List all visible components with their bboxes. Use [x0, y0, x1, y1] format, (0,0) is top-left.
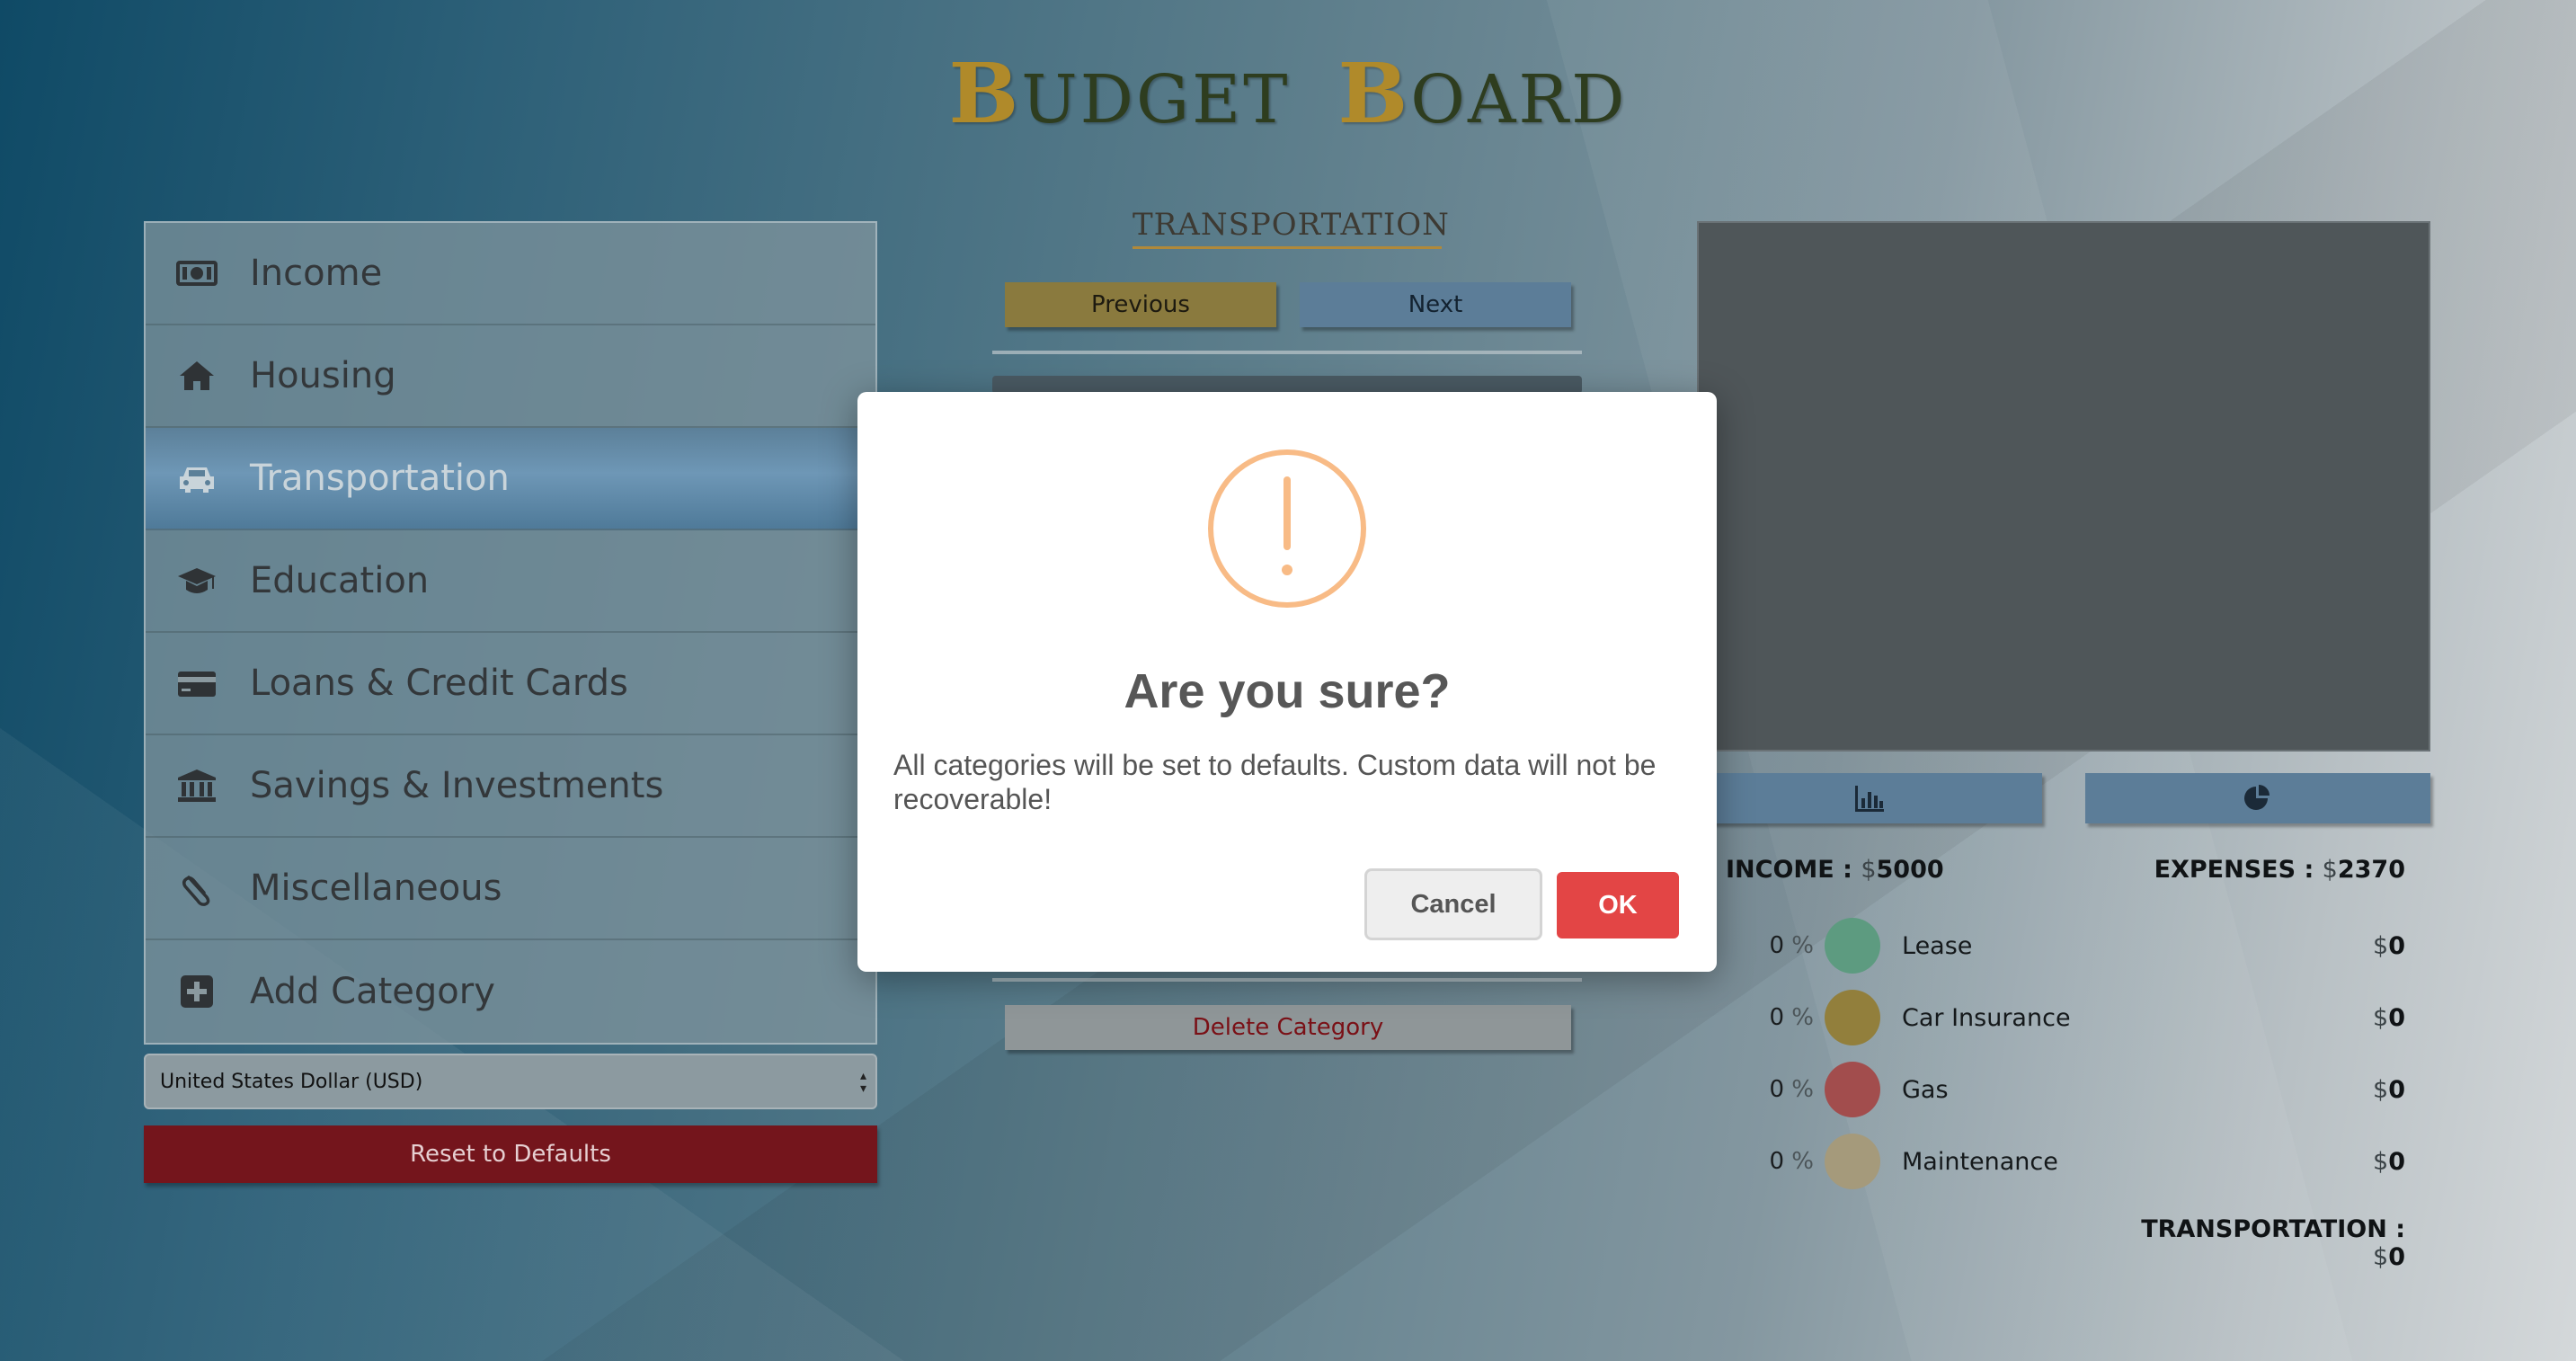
home-icon: [173, 358, 221, 394]
bank-icon: [173, 768, 221, 804]
sidebar-item-education[interactable]: Education: [146, 530, 875, 633]
sidebar-item-label: Add Category: [250, 971, 495, 1012]
graduation-cap-icon: [173, 563, 221, 599]
confirm-dialog: Are you sure? All categories will be set…: [857, 392, 1717, 972]
expenses-label: EXPENSES :: [2154, 856, 2314, 884]
color-swatch: [1825, 990, 1880, 1045]
row-name: Car Insurance: [1902, 1003, 2071, 1032]
warning-exclamation-icon: [1208, 449, 1366, 608]
currency-symbol: $: [1861, 856, 1877, 884]
sidebar-item-add-category[interactable]: Add Category: [146, 940, 875, 1043]
summary-row-car-insurance: 0 % Car Insurance $0: [1753, 989, 2405, 1046]
row-name: Gas: [1902, 1075, 1949, 1104]
currency-select-value: United States Dollar (USD): [160, 1070, 423, 1093]
sidebar-item-loans[interactable]: Loans & Credit Cards: [146, 633, 875, 735]
car-icon: [173, 460, 221, 496]
sidebar-item-income[interactable]: Income: [146, 223, 875, 325]
currency-symbol: $: [2322, 856, 2338, 884]
sidebar-item-label: Education: [250, 560, 430, 601]
dialog-title: Are you sure?: [1124, 664, 1451, 718]
cancel-button[interactable]: Cancel: [1364, 868, 1542, 940]
delete-category-button[interactable]: Delete Category: [1005, 1005, 1571, 1050]
row-name: Lease: [1902, 931, 1973, 960]
row-amount: $0: [2373, 931, 2405, 960]
expenses-total: EXPENSES : $2370: [2136, 856, 2405, 884]
row-percent: 0 %: [1769, 1148, 1814, 1175]
sidebar-item-label: Miscellaneous: [250, 867, 502, 909]
chart-area: [1697, 221, 2430, 752]
divider-top: [992, 351, 1582, 354]
currency-symbol: $: [2373, 1243, 2389, 1271]
section-title: TRANSPORTATION: [1133, 207, 1449, 249]
income-value: 5000: [1876, 856, 1944, 884]
divider-bottom: [992, 978, 1582, 982]
income-label: INCOME :: [1726, 856, 1852, 884]
money-bill-icon: [173, 255, 221, 291]
sidebar-item-label: Loans & Credit Cards: [250, 663, 628, 704]
expenses-value: 2370: [2337, 856, 2405, 884]
next-button[interactable]: Next: [1300, 282, 1571, 327]
category-total-label: TRANSPORTATION :: [2141, 1215, 2405, 1243]
category-total-value: 0: [2388, 1243, 2405, 1271]
category-total: TRANSPORTATION : $0: [2132, 1215, 2405, 1271]
sidebar-item-label: Housing: [250, 355, 396, 396]
dialog-message: All categories will be set to defaults. …: [893, 749, 1657, 815]
bar-chart-icon: [1855, 786, 1884, 812]
sidebar-item-label: Transportation: [250, 458, 510, 499]
title-first-cap: B: [948, 45, 1022, 142]
title-second-rest: OARD: [1410, 61, 1628, 138]
reset-to-defaults-button[interactable]: Reset to Defaults: [144, 1125, 877, 1183]
category-sidebar: Income Housing Transportation Education …: [144, 221, 877, 1045]
sidebar-item-housing[interactable]: Housing: [146, 325, 875, 428]
color-swatch: [1825, 1062, 1880, 1117]
credit-card-icon: [173, 665, 221, 701]
pie-chart-button[interactable]: [2085, 773, 2430, 823]
sidebar-item-label: Savings & Investments: [250, 765, 664, 806]
income-total: INCOME : $5000: [1726, 856, 1944, 884]
summary-row-lease: 0 % Lease $0: [1753, 917, 2405, 974]
row-percent: 0 %: [1769, 1076, 1814, 1103]
summary-row-maintenance: 0 % Maintenance $0: [1753, 1133, 2405, 1190]
row-percent: 0 %: [1769, 1004, 1814, 1031]
color-swatch: [1825, 918, 1880, 974]
sidebar-item-miscellaneous[interactable]: Miscellaneous: [146, 838, 875, 940]
pie-chart-icon: [2244, 785, 2270, 810]
expense-item-strip: [992, 376, 1582, 394]
sidebar-item-label: Income: [250, 253, 383, 294]
title-second-cap: B: [1337, 45, 1411, 142]
previous-button[interactable]: Previous: [1005, 282, 1276, 327]
select-arrows-icon: ▴ ▾: [859, 1069, 866, 1096]
ok-button[interactable]: OK: [1557, 872, 1679, 938]
row-amount: $0: [2373, 1003, 2405, 1032]
currency-select[interactable]: United States Dollar (USD) ▴ ▾: [144, 1054, 877, 1109]
row-name: Maintenance: [1902, 1147, 2058, 1176]
row-amount: $0: [2373, 1147, 2405, 1176]
summary-row-gas: 0 % Gas $0: [1753, 1061, 2405, 1118]
title-first-rest: UDGET: [1021, 61, 1291, 138]
paperclip-icon: [173, 870, 221, 906]
row-amount: $0: [2373, 1075, 2405, 1104]
bar-chart-button[interactable]: [1697, 773, 2042, 823]
app-title: BUDGET BOARD: [0, 45, 2576, 142]
plus-square-icon: [173, 974, 221, 1010]
row-percent: 0 %: [1769, 932, 1814, 959]
sidebar-item-savings[interactable]: Savings & Investments: [146, 735, 875, 838]
color-swatch: [1825, 1134, 1880, 1189]
sidebar-item-transportation[interactable]: Transportation: [146, 428, 875, 530]
